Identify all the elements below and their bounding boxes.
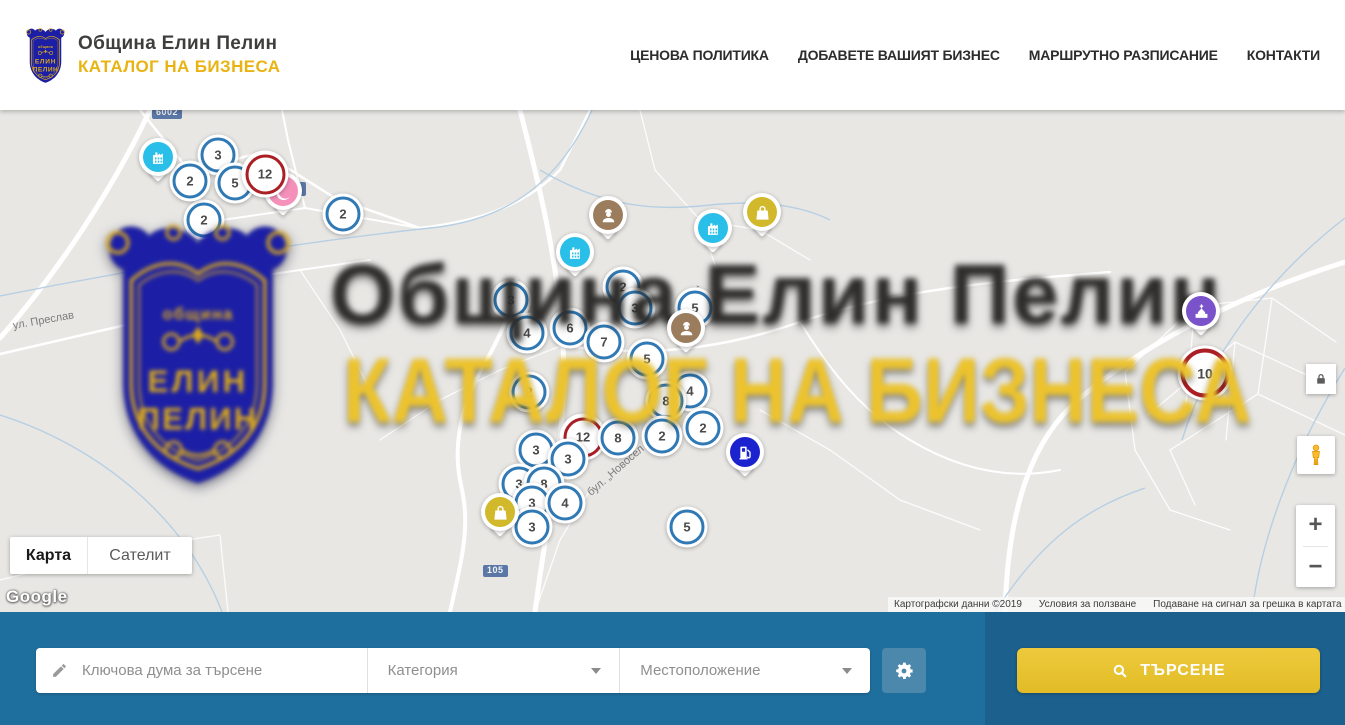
- attribution-report-error-link[interactable]: Подаване на сигнал за грешка в картата: [1153, 599, 1341, 610]
- pin-head: [481, 493, 519, 531]
- factory-pin-marker[interactable]: [556, 233, 594, 271]
- bag-pin-marker[interactable]: [743, 193, 781, 231]
- zoom-control: + −: [1296, 505, 1335, 587]
- factory-pin-marker[interactable]: [139, 138, 177, 176]
- site-title: Община Елин Пелин: [78, 33, 280, 55]
- nav-item-route-schedule[interactable]: МАРШРУТНО РАЗПИСАНИЕ: [1029, 47, 1218, 63]
- location-dropdown[interactable]: Местоположение: [619, 648, 870, 693]
- nav-item-contacts[interactable]: КОНТАКТИ: [1247, 47, 1320, 63]
- category-dropdown[interactable]: Категория: [367, 648, 620, 693]
- factory-icon: [560, 237, 590, 267]
- pin-head: [667, 309, 705, 347]
- map-type-satellite-button[interactable]: Сателит: [87, 537, 192, 574]
- worker-pin-marker[interactable]: [589, 196, 627, 234]
- search-submit-label: ТЪРСЕНЕ: [1140, 662, 1225, 680]
- map-type-control: Карта Сателит: [10, 537, 192, 574]
- main-nav: ЦЕНОВА ПОЛИТИКА ДОБАВЕТЕ ВАШИЯТ БИЗНЕС М…: [630, 47, 1320, 63]
- church-icon: [1186, 296, 1216, 326]
- search-submit-button[interactable]: ТЪРСЕНЕ: [1017, 648, 1320, 693]
- municipality-logo[interactable]: община ЕЛИН ПЕЛИН: [22, 26, 69, 85]
- keyword-field: [36, 648, 367, 693]
- attribution-copyright: Картографски данни ©2019: [894, 599, 1022, 610]
- site-title-block: Община Елин Пелин КАТАЛОГ НА БИЗНЕСА: [78, 33, 280, 77]
- bag-icon: [747, 197, 777, 227]
- fuel-pin-marker[interactable]: [726, 433, 764, 471]
- site-subtitle: КАТАЛОГ НА БИЗНЕСА: [78, 57, 280, 77]
- zoom-out-button[interactable]: −: [1296, 547, 1335, 588]
- lock-control-button[interactable]: [1306, 364, 1336, 394]
- pin-head: [589, 196, 627, 234]
- pin-head: [1182, 292, 1220, 330]
- page: община ЕЛИН ПЕЛИН Община Елин Пелин КАТА…: [0, 0, 1345, 725]
- pencil-icon: [51, 662, 68, 679]
- category-dropdown-value: Категория: [388, 662, 458, 679]
- map-type-map-button[interactable]: Карта: [10, 537, 87, 574]
- site-header: община ЕЛИН ПЕЛИН Община Елин Пелин КАТА…: [0, 0, 1345, 110]
- chevron-down-icon: [591, 668, 601, 674]
- bag-pin-marker[interactable]: [481, 493, 519, 531]
- pin-head: [726, 433, 764, 471]
- bag-icon: [485, 497, 515, 527]
- svg-text:ПЕЛИН: ПЕЛИН: [33, 66, 59, 73]
- lock-icon: [1314, 372, 1328, 386]
- worker-pin-marker[interactable]: [667, 309, 705, 347]
- svg-text:ЕЛИН: ЕЛИН: [35, 58, 56, 65]
- google-map[interactable]: ул. Преслав бул. „Новосел ци" 6002 105 2…: [0, 110, 1345, 612]
- nav-item-add-business[interactable]: ДОБАВЕТЕ ВАШИЯТ БИЗНЕС: [798, 47, 1000, 63]
- search-icon: [1111, 662, 1129, 680]
- factory-icon: [698, 213, 728, 243]
- zoom-in-button[interactable]: +: [1296, 505, 1335, 546]
- attribution-terms-link[interactable]: Условия за ползване: [1039, 599, 1136, 610]
- advanced-settings-button[interactable]: [882, 648, 926, 693]
- pegman-icon: [1304, 443, 1328, 467]
- worker-icon: [671, 313, 701, 343]
- street-view-pegman-button[interactable]: [1297, 436, 1335, 474]
- location-dropdown-value: Местоположение: [640, 662, 760, 679]
- svg-text:община: община: [38, 45, 53, 49]
- pin-head: [139, 138, 177, 176]
- worker-icon: [593, 200, 623, 230]
- map-attribution: Картографски данни ©2019 Условия за полз…: [888, 597, 1345, 612]
- chevron-down-icon: [842, 668, 852, 674]
- nav-item-pricing[interactable]: ЦЕНОВА ПОЛИТИКА: [630, 47, 769, 63]
- pin-head: [694, 209, 732, 247]
- factory-icon: [143, 142, 173, 172]
- google-logo[interactable]: Google: [6, 587, 68, 607]
- keyword-search-input[interactable]: [80, 661, 334, 680]
- pin-head: [556, 233, 594, 271]
- search-input-group: Категория Местоположение: [36, 648, 870, 693]
- church-pin-marker[interactable]: [1182, 292, 1220, 330]
- gear-icon: [892, 659, 916, 683]
- pin-head: [743, 193, 781, 231]
- factory-pin-marker[interactable]: [694, 209, 732, 247]
- fuel-icon: [730, 437, 760, 467]
- map-pin-layer: [0, 110, 1345, 612]
- search-panel: Категория Местоположение ТЪРСЕНЕ: [0, 612, 1345, 725]
